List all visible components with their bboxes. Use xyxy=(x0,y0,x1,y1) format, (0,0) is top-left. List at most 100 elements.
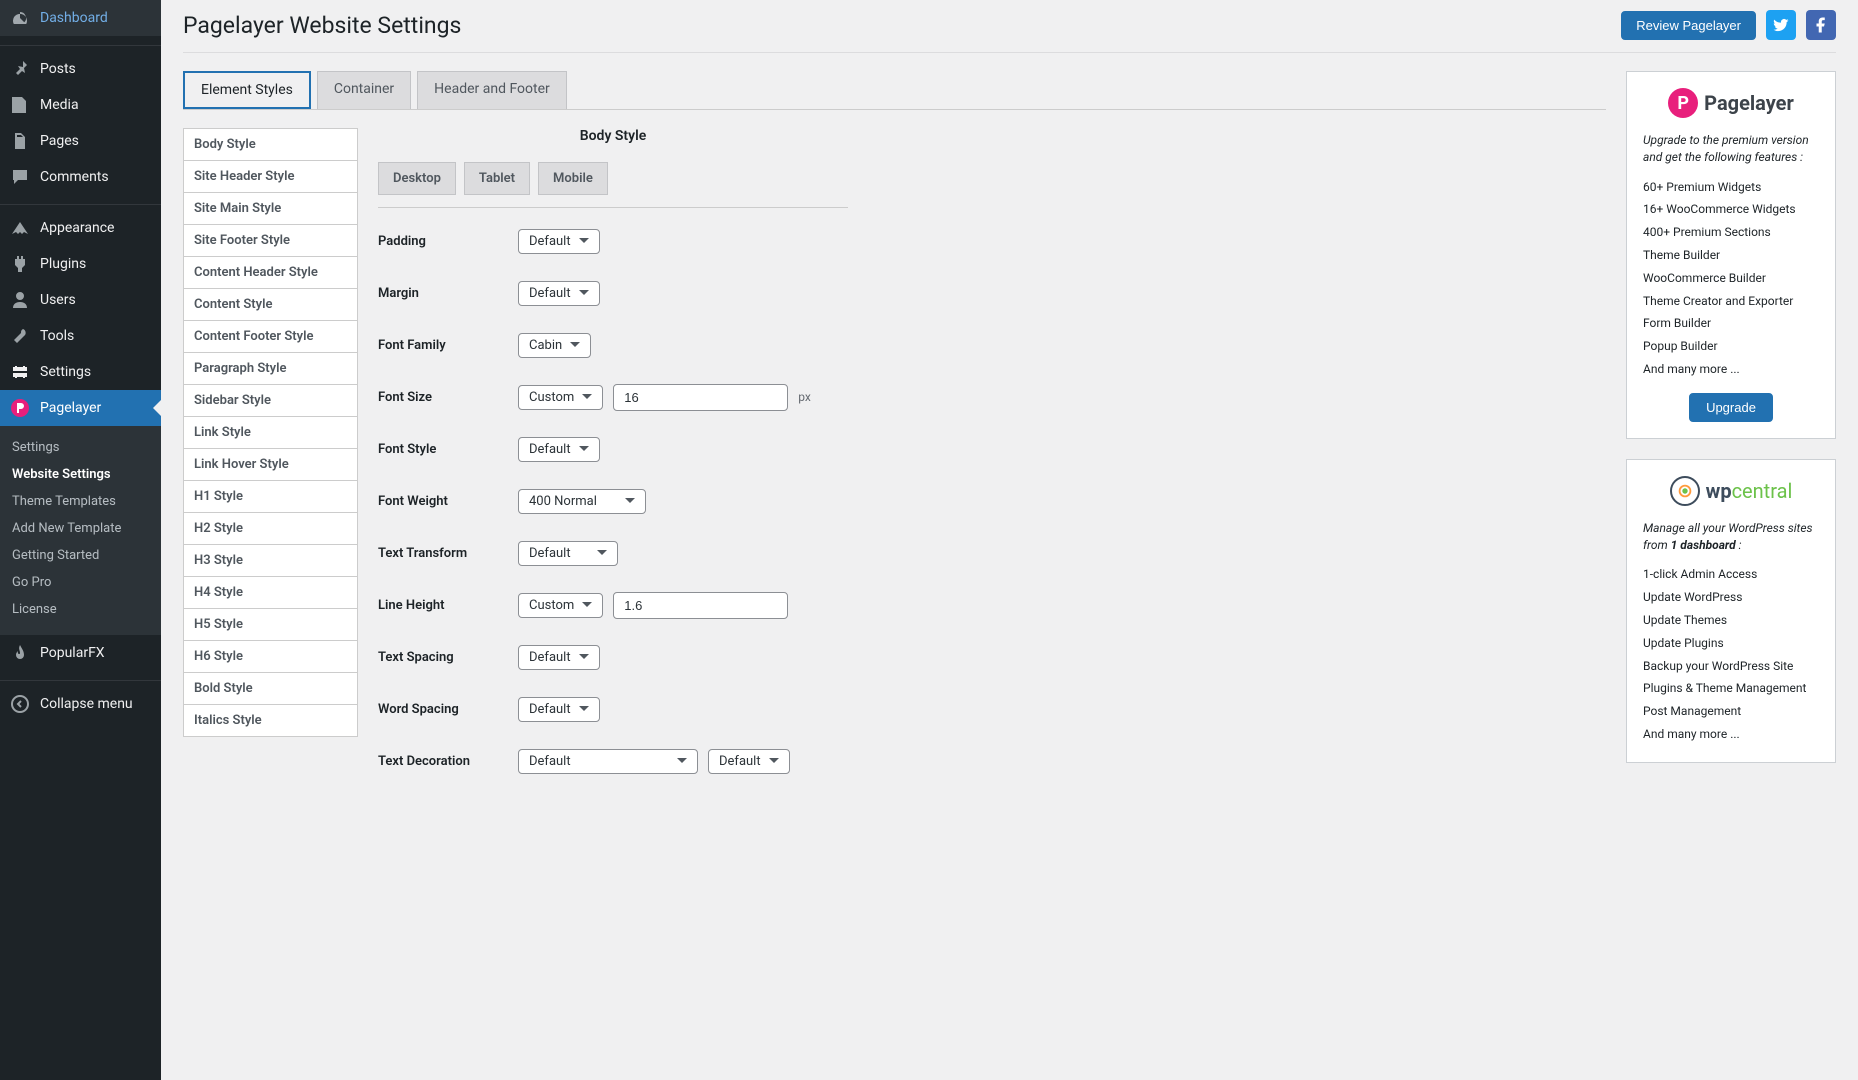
sidebar-item-tools[interactable]: Tools xyxy=(0,318,161,354)
style-item-link-hover[interactable]: Link Hover Style xyxy=(183,449,358,481)
tab-container[interactable]: Container xyxy=(317,71,411,109)
select-font-style[interactable]: Default xyxy=(518,437,600,462)
style-item-link[interactable]: Link Style xyxy=(183,417,358,449)
submenu-license[interactable]: License xyxy=(0,596,161,623)
label-text-spacing: Text Spacing xyxy=(378,650,518,665)
sidebar-item-pagelayer[interactable]: Pagelayer xyxy=(0,390,161,426)
style-item-site-header[interactable]: Site Header Style xyxy=(183,161,358,193)
review-pagelayer-button[interactable]: Review Pagelayer xyxy=(1621,11,1756,40)
select-padding[interactable]: Default xyxy=(518,229,600,254)
upgrade-button[interactable]: Upgrade xyxy=(1689,393,1773,422)
sidebar-item-popularfx[interactable]: PopularFX xyxy=(0,635,161,671)
style-item-sidebar[interactable]: Sidebar Style xyxy=(183,385,358,417)
select-text-decoration-2[interactable]: Default xyxy=(708,749,790,774)
style-item-h1[interactable]: H1 Style xyxy=(183,481,358,513)
select-line-height[interactable]: Custom xyxy=(518,593,603,618)
style-item-h4[interactable]: H4 Style xyxy=(183,577,358,609)
sidebar-item-dashboard[interactable]: Dashboard xyxy=(0,0,161,36)
appearance-icon xyxy=(10,218,30,238)
users-icon xyxy=(10,290,30,310)
submenu-theme-templates[interactable]: Theme Templates xyxy=(0,488,161,515)
style-item-site-main[interactable]: Site Main Style xyxy=(183,193,358,225)
unit-px: px xyxy=(798,390,811,404)
device-tab-tablet[interactable]: Tablet xyxy=(464,162,530,195)
promo-feature: Post Management xyxy=(1643,700,1819,723)
submenu-go-pro[interactable]: Go Pro xyxy=(0,569,161,596)
sidebar-item-media[interactable]: Media xyxy=(0,87,161,123)
style-item-h2[interactable]: H2 Style xyxy=(183,513,358,545)
style-item-content-footer[interactable]: Content Footer Style xyxy=(183,321,358,353)
device-tab-desktop[interactable]: Desktop xyxy=(378,162,456,195)
page-title: Pagelayer Website Settings xyxy=(183,12,461,39)
sidebar-item-settings[interactable]: Settings xyxy=(0,354,161,390)
sidebar-item-posts[interactable]: Posts xyxy=(0,51,161,87)
style-item-bold[interactable]: Bold Style xyxy=(183,673,358,705)
select-text-spacing[interactable]: Default xyxy=(518,645,600,670)
style-item-paragraph[interactable]: Paragraph Style xyxy=(183,353,358,385)
promo-upgrade-text: Upgrade to the premium version and get t… xyxy=(1643,132,1819,166)
label-margin: Margin xyxy=(378,286,518,301)
panel-title: Body Style xyxy=(378,128,848,144)
plugins-icon xyxy=(10,254,30,274)
pin-icon xyxy=(10,59,30,79)
promo-feature: 400+ Premium Sections xyxy=(1643,221,1819,244)
input-line-height[interactable] xyxy=(613,592,788,619)
promo-feature: Update Themes xyxy=(1643,609,1819,632)
select-text-decoration-1[interactable]: Default xyxy=(518,749,698,774)
style-item-h3[interactable]: H3 Style xyxy=(183,545,358,577)
style-item-h5[interactable]: H5 Style xyxy=(183,609,358,641)
collapse-icon xyxy=(10,694,30,714)
promo-feature: Theme Creator and Exporter xyxy=(1643,290,1819,313)
input-font-size[interactable] xyxy=(613,384,788,411)
select-font-family[interactable]: Cabin xyxy=(518,333,591,358)
promo-feature: Update WordPress xyxy=(1643,586,1819,609)
facebook-button[interactable] xyxy=(1806,10,1836,40)
promo-feature-list: 60+ Premium Widgets 16+ WooCommerce Widg… xyxy=(1643,176,1819,381)
style-list: Body Style Site Header Style Site Main S… xyxy=(183,128,358,798)
style-item-content-header[interactable]: Content Header Style xyxy=(183,257,358,289)
promo-feature: Theme Builder xyxy=(1643,244,1819,267)
promo-feature: WooCommerce Builder xyxy=(1643,267,1819,290)
select-font-size[interactable]: Custom xyxy=(518,385,603,410)
submenu-website-settings[interactable]: Website Settings xyxy=(0,461,161,488)
sidebar-item-comments[interactable]: Comments xyxy=(0,159,161,195)
sidebar-item-collapse[interactable]: Collapse menu xyxy=(0,686,161,722)
tab-header-footer[interactable]: Header and Footer xyxy=(417,71,567,109)
promo-sidebar: PPagelayer Upgrade to the premium versio… xyxy=(1626,71,1836,798)
admin-sidebar: Dashboard Posts Media Pages Comments App… xyxy=(0,0,161,1080)
settings-icon xyxy=(10,362,30,382)
wpcentral-text: Manage all your WordPress sites from 1 d… xyxy=(1643,520,1819,554)
submenu-getting-started[interactable]: Getting Started xyxy=(0,542,161,569)
sidebar-item-appearance[interactable]: Appearance xyxy=(0,210,161,246)
popularfx-icon xyxy=(10,643,30,663)
select-text-transform[interactable]: Default xyxy=(518,541,618,566)
pages-icon xyxy=(10,131,30,151)
select-font-weight[interactable]: 400 Normal xyxy=(518,489,646,514)
label-line-height: Line Height xyxy=(378,598,518,613)
twitter-button[interactable] xyxy=(1766,10,1796,40)
sidebar-item-users[interactable]: Users xyxy=(0,282,161,318)
sidebar-item-pages[interactable]: Pages xyxy=(0,123,161,159)
select-word-spacing[interactable]: Default xyxy=(518,697,600,722)
sidebar-item-plugins[interactable]: Plugins xyxy=(0,246,161,282)
label-font-family: Font Family xyxy=(378,338,518,353)
promo-feature: And many more ... xyxy=(1643,358,1819,381)
style-item-body[interactable]: Body Style xyxy=(183,128,358,161)
comments-icon xyxy=(10,167,30,187)
submenu-settings[interactable]: Settings xyxy=(0,434,161,461)
label-font-size: Font Size xyxy=(378,390,518,405)
device-tab-mobile[interactable]: Mobile xyxy=(538,162,608,195)
style-item-content[interactable]: Content Style xyxy=(183,289,358,321)
pagelayer-icon xyxy=(10,398,30,418)
label-text-transform: Text Transform xyxy=(378,546,518,561)
pagelayer-logo-icon: P xyxy=(1668,88,1698,118)
tab-element-styles[interactable]: Element Styles xyxy=(183,71,311,109)
style-item-italics[interactable]: Italics Style xyxy=(183,705,358,737)
nav-tabs: Element Styles Container Header and Foot… xyxy=(183,71,1606,110)
label-word-spacing: Word Spacing xyxy=(378,702,518,717)
submenu-add-new-template[interactable]: Add New Template xyxy=(0,515,161,542)
select-margin[interactable]: Default xyxy=(518,281,600,306)
promo-feature: 16+ WooCommerce Widgets xyxy=(1643,198,1819,221)
style-item-h6[interactable]: H6 Style xyxy=(183,641,358,673)
style-item-site-footer[interactable]: Site Footer Style xyxy=(183,225,358,257)
